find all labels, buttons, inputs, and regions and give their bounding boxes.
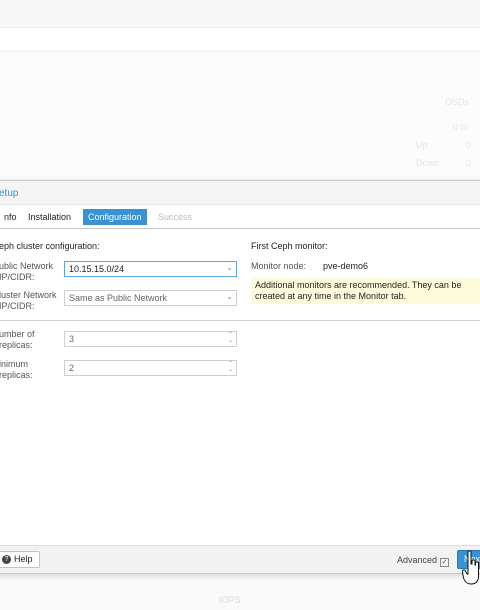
public-network-select[interactable]: 10.15.15.0/24 ⌄ [64, 261, 237, 277]
wizard-tabs: nfo Installation Configuration Success [0, 207, 480, 229]
hand-cursor-icon [462, 550, 479, 585]
public-network-label: ublic Network IP/CIDR: [0, 261, 54, 282]
min-replicas-value: 2 [69, 363, 75, 373]
first-monitor-title: First Ceph monitor: [251, 241, 328, 251]
monitor-node-value: pve-demo6 [323, 261, 369, 271]
monitor-info-box: Additional monitors are recommended. The… [251, 278, 480, 304]
advanced-label: Advanced [396, 555, 437, 565]
spinner-arrows-icon[interactable]: ⌃ ⌄ [228, 361, 233, 373]
divider [0, 320, 480, 321]
replicas-value: 3 [69, 334, 75, 344]
tab-installation[interactable]: Installation [23, 209, 76, 225]
tab-success: Success [158, 212, 193, 222]
chevron-down-icon[interactable]: ⌄ [226, 263, 233, 272]
min-replicas-label: inimum replicas: [0, 359, 33, 380]
help-icon: ? [2, 555, 11, 564]
advanced-checkbox[interactable]: Advanced ✓ [397, 555, 449, 567]
cluster-network-value: Same as Public Network [69, 293, 168, 303]
tab-info[interactable]: nfo [0, 209, 22, 225]
checkbox-icon[interactable]: ✓ [440, 558, 449, 567]
min-replicas-spinner[interactable]: 2 ⌃ ⌄ [64, 360, 237, 376]
dialog-title: etup [0, 188, 19, 199]
chevron-down-icon[interactable]: ⌄ [226, 292, 233, 301]
help-button[interactable]: ? Help [0, 551, 40, 568]
help-label: Help [14, 554, 33, 564]
spinner-arrows-icon[interactable]: ⌃ ⌄ [228, 332, 233, 344]
tab-configuration[interactable]: Configuration [83, 209, 147, 225]
dialog-footer: ? Help Advanced✓ Next [0, 545, 480, 573]
ceph-setup-dialog: etup nfo Installation Configuration Succ… [0, 180, 480, 574]
cluster-network-label: luster Network IP/CIDR: [0, 290, 57, 311]
public-network-value: 10.15.15.0/24 [69, 264, 125, 274]
replicas-label: umber of replicas: [0, 329, 35, 350]
dialog-header[interactable]: etup [0, 181, 480, 205]
replicas-spinner[interactable]: 3 ⌃ ⌄ [64, 331, 237, 347]
cluster-network-select[interactable]: Same as Public Network ⌄ [64, 290, 237, 306]
cluster-config-title: eph cluster configuration: [0, 241, 100, 251]
monitor-node-label: Monitor node: [251, 261, 307, 271]
